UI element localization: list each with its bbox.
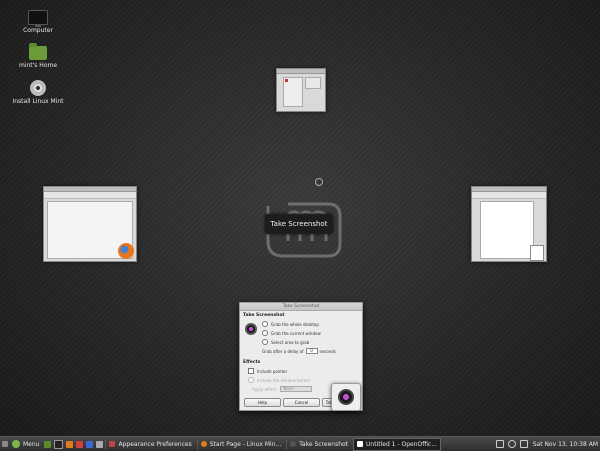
radio-select-area[interactable]	[262, 339, 268, 345]
clock[interactable]: Sat Nov 13, 10:38 AM	[533, 441, 598, 448]
logo-registered-mark	[315, 178, 323, 186]
option-label: Select area to grab	[271, 339, 310, 345]
desktop-icon-label: mint's Home	[18, 62, 58, 69]
audio-launcher-icon[interactable]	[95, 440, 103, 448]
pidgin-launcher-icon[interactable]	[85, 440, 93, 448]
option-label: Include the window border	[257, 377, 311, 383]
quick-launch	[42, 439, 104, 449]
dialog-titlebar[interactable]: Take Screenshot	[240, 303, 362, 311]
section-take-screenshot: Take Screenshot	[243, 313, 285, 318]
desktop: Computer mint's Home Install Linux Mint	[0, 0, 600, 436]
mail-launcher-icon[interactable]	[75, 440, 83, 448]
delay-unit: seconds	[319, 348, 336, 354]
firefox-launcher-icon[interactable]	[65, 440, 73, 448]
desktop-icon-label: Install Linux Mint	[12, 98, 64, 105]
menu-button[interactable]: Menu	[9, 437, 42, 451]
menu-label: Menu	[23, 440, 40, 448]
radio-grab-desktop[interactable]	[262, 321, 268, 327]
option-include-border[interactable]: Include the window border	[248, 377, 310, 383]
task-label: Appearance Preferences	[118, 440, 192, 448]
desktop-icon-computer[interactable]: Computer	[3, 10, 73, 34]
show-desktop-icon[interactable]	[1, 441, 8, 447]
radio-include-border[interactable]	[248, 377, 254, 383]
screenshot-app-icon	[331, 383, 361, 411]
window-thumbnail-firefox[interactable]	[43, 186, 137, 262]
home-folder-icon	[29, 43, 47, 60]
window-thumbnail-openoffice[interactable]	[471, 186, 547, 262]
desktop-icon-label: Computer	[23, 27, 53, 34]
install-disc-icon	[30, 80, 46, 96]
appearance-icon	[109, 441, 116, 447]
task-openoffice-untitled[interactable]: Untitled 1 - OpenOffic...	[353, 437, 442, 451]
option-label: Grab the whole desktop	[271, 321, 319, 327]
mint-menu-icon	[12, 440, 20, 448]
task-appearance-preferences[interactable]: Appearance Preferences	[105, 438, 194, 450]
cancel-button[interactable]: Cancel	[283, 398, 320, 407]
task-firefox-start-page[interactable]: Start Page - Linux Min...	[196, 438, 285, 450]
firefox-icon	[200, 441, 207, 447]
window-thumbnail-appearance[interactable]	[276, 68, 326, 112]
option-label: Grab the current window	[271, 330, 321, 336]
option-grab-desktop[interactable]: Grab the whole desktop	[262, 321, 319, 327]
network-icon[interactable]	[495, 440, 504, 448]
apply-effect-label: Apply effect:	[252, 386, 278, 392]
openoffice-doc-icon	[357, 441, 364, 447]
radio-grab-window[interactable]	[262, 330, 268, 336]
delay-spinner[interactable]: 0	[305, 348, 318, 354]
update-icon[interactable]	[507, 440, 516, 448]
camera-icon	[290, 441, 297, 447]
delay-row: Grab after a delay of 0 seconds	[262, 348, 336, 354]
option-grab-window[interactable]: Grab the current window	[262, 330, 321, 336]
option-label: Include pointer	[257, 368, 288, 374]
volume-icon[interactable]	[519, 440, 528, 448]
task-label: Start Page - Linux Min...	[209, 440, 282, 448]
files-launcher-icon[interactable]	[43, 440, 51, 448]
taskbar: Menu Appearance Preferences Start Page -…	[0, 436, 600, 451]
section-effects: Effects	[243, 360, 261, 365]
task-take-screenshot[interactable]: Take Screenshot	[286, 438, 351, 450]
desktop-icon-install[interactable]: Install Linux Mint	[3, 80, 73, 105]
camera-icon	[245, 323, 257, 335]
task-label: Take Screenshot	[299, 440, 349, 448]
desktop-icon-home[interactable]: mint's Home	[3, 43, 73, 69]
apply-effect-select[interactable]: None	[280, 386, 313, 392]
computer-icon	[28, 10, 48, 27]
delay-label: Grab after a delay of	[262, 348, 304, 354]
system-tray: Sat Nov 13, 10:38 AM	[494, 437, 598, 451]
firefox-icon	[118, 243, 134, 259]
take-screenshot-tooltip: Take Screenshot	[265, 214, 333, 234]
checkbox-include-pointer[interactable]	[248, 368, 254, 374]
terminal-launcher-icon[interactable]	[53, 439, 63, 449]
help-button[interactable]: Help	[244, 398, 281, 407]
openoffice-icon	[530, 245, 544, 261]
option-include-pointer[interactable]: Include pointer	[248, 368, 287, 374]
apply-effect-row: Apply effect: None	[252, 386, 313, 392]
task-label: Untitled 1 - OpenOffic...	[366, 440, 438, 448]
option-select-area[interactable]: Select area to grab	[262, 339, 309, 345]
